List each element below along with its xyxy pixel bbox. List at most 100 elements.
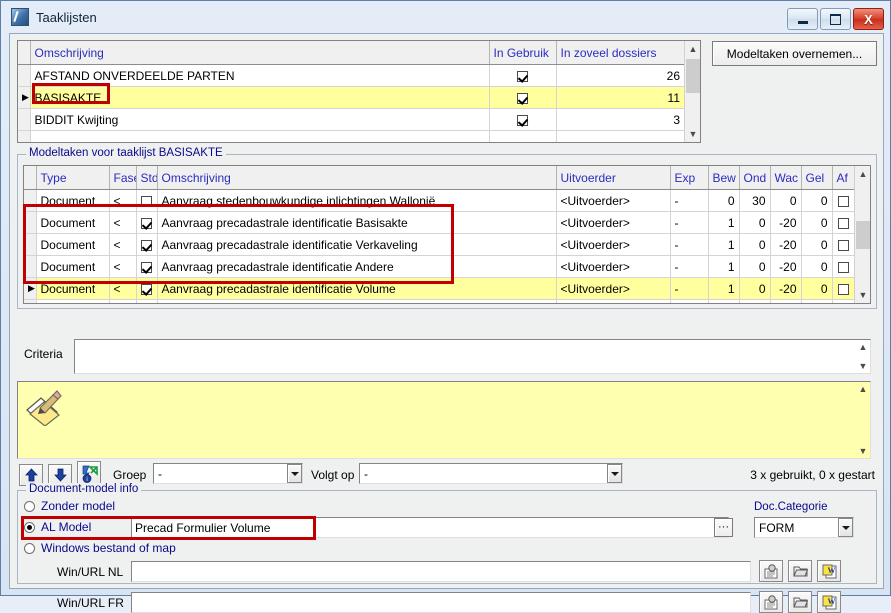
win-url-fr-word-button[interactable]: W: [817, 591, 841, 613]
groep-dropdown[interactable]: -: [153, 463, 303, 484]
cell-std[interactable]: [136, 233, 158, 256]
table-row[interactable]: Document < Aanvraag precadastrale identifi…: [24, 255, 854, 278]
modeltaken-col-omschrijving[interactable]: Omschrijving: [157, 166, 557, 190]
modeltaken-col-type[interactable]: Type: [36, 166, 110, 190]
cell-gel[interactable]: 0: [801, 189, 833, 212]
modeltaken-vertical-scrollbar[interactable]: ▲ ▼: [854, 166, 870, 303]
radio-windows-bestand-indicator[interactable]: [24, 542, 35, 554]
cell-wac[interactable]: 0: [770, 189, 802, 212]
cell-uitvoerder[interactable]: <Uitvoerder>: [556, 233, 671, 256]
cell-gel[interactable]: 0: [801, 277, 833, 300]
memo-scroll-down-button[interactable]: ▼: [856, 444, 870, 458]
radio-zonder-model-indicator[interactable]: [24, 500, 35, 512]
memo-scroll-up-button[interactable]: ▲: [856, 382, 870, 396]
checkbox-af[interactable]: [837, 195, 849, 207]
cell-omschrijving[interactable]: AFSTAND ONVERDEELDE PARTEN: [30, 64, 490, 87]
cell-fase[interactable]: <: [109, 189, 137, 212]
checkbox-std[interactable]: [141, 261, 152, 273]
modeltaken-scroll-down-button[interactable]: ▼: [855, 287, 870, 303]
cell-uitvoerder[interactable]: <Uitvoerder>: [556, 255, 671, 278]
cell-gel[interactable]: 0: [801, 233, 833, 256]
table-row[interactable]: Document < Aanvraag precadastrale identifi…: [24, 211, 854, 234]
cell-wac[interactable]: -20: [770, 277, 802, 300]
cell-omschrijving[interactable]: Aanvraag precadastrale identificatie And…: [157, 255, 557, 278]
table-row[interactable]: Document < Aanvraag stedenbouwkundige inli…: [24, 189, 854, 212]
chevron-down-icon[interactable]: [607, 464, 622, 483]
cell-wac[interactable]: -20: [770, 233, 802, 256]
cell-ond[interactable]: 0: [739, 255, 771, 278]
cell-exp[interactable]: -: [670, 189, 709, 212]
chevron-down-icon[interactable]: [838, 518, 853, 537]
cell-uitvoerder[interactable]: <Uitvoerder>: [556, 277, 671, 300]
checkbox-in-gebruik[interactable]: [517, 92, 528, 104]
cell-af[interactable]: [832, 189, 854, 212]
cell-af[interactable]: [832, 211, 854, 234]
checkbox-af[interactable]: [837, 283, 849, 295]
doc-categorie-dropdown[interactable]: FORM: [754, 517, 854, 538]
table-row[interactable]: ▶ BASISAKTE 11: [18, 86, 684, 109]
tasklist-col-dossiers[interactable]: In zoveel dossiers: [556, 41, 684, 65]
cell-fase[interactable]: <: [109, 211, 137, 234]
table-row[interactable]: ▶ Document < Aanvraag precadastrale identif…: [24, 277, 854, 300]
modeltaken-col-exp[interactable]: Exp: [670, 166, 709, 190]
checkbox-std[interactable]: [141, 195, 152, 207]
cell-in-gebruik[interactable]: [489, 108, 557, 131]
cell-type[interactable]: Document: [36, 233, 110, 256]
checkbox-af[interactable]: [837, 239, 849, 251]
modeltaken-scroll-up-button[interactable]: ▲: [855, 166, 870, 182]
modeltaken-grid[interactable]: Type Fase Std Omschrijving Uitvoerder Ex…: [23, 165, 871, 304]
cell-af[interactable]: [832, 233, 854, 256]
checkbox-af[interactable]: [837, 217, 849, 229]
cell-exp[interactable]: -: [670, 233, 709, 256]
checkbox-in-gebruik[interactable]: [517, 70, 528, 82]
cell-type[interactable]: Document: [36, 189, 110, 212]
tasklist-col-omschrijving[interactable]: Omschrijving: [30, 41, 490, 65]
cell-std[interactable]: [136, 277, 158, 300]
radio-windows-bestand[interactable]: Windows bestand of map: [24, 541, 176, 555]
cell-type[interactable]: Document: [36, 277, 110, 300]
minimize-button[interactable]: [787, 8, 818, 30]
cell-type[interactable]: Document: [36, 211, 110, 234]
win-url-nl-input[interactable]: [131, 561, 751, 582]
cell-std[interactable]: [136, 189, 158, 212]
cell-gel[interactable]: 0: [801, 211, 833, 234]
criteria-input[interactable]: ▲ ▼: [74, 339, 871, 374]
cell-omschrijving[interactable]: Aanvraag stedenbouwkundige inlichtingen …: [157, 189, 557, 212]
radio-al-model-indicator[interactable]: [24, 521, 35, 533]
checkbox-af[interactable]: [837, 261, 849, 273]
win-url-nl-folder-button[interactable]: [788, 560, 812, 582]
modeltaken-col-bew[interactable]: Bew: [708, 166, 740, 190]
criteria-scroll-up-button[interactable]: ▲: [856, 340, 870, 354]
modeltaken-col-fase[interactable]: Fase: [109, 166, 137, 190]
al-model-input[interactable]: Precad Formulier Volume: [131, 517, 729, 538]
cell-omschrijving[interactable]: BASISAKTE: [30, 86, 490, 109]
maximize-button[interactable]: [820, 8, 851, 30]
al-model-browse-button[interactable]: ···: [714, 518, 733, 537]
cell-in-gebruik[interactable]: [489, 64, 557, 87]
cell-uitvoerder[interactable]: <Uitvoerder>: [556, 189, 671, 212]
cell-exp[interactable]: -: [670, 255, 709, 278]
checkbox-std[interactable]: [141, 283, 152, 295]
tasklist-scroll-down-button[interactable]: ▼: [685, 126, 700, 142]
win-url-fr-folder-button[interactable]: [788, 591, 812, 613]
modeltaken-col-af[interactable]: Af: [832, 166, 854, 190]
table-row[interactable]: AFSTAND ONVERDEELDE PARTEN 26: [18, 64, 684, 87]
cell-exp[interactable]: -: [670, 211, 709, 234]
cell-ond[interactable]: 0: [739, 233, 771, 256]
modeltaken-col-uitvoerder[interactable]: Uitvoerder: [556, 166, 671, 190]
modeltaken-overnemen-button[interactable]: Modeltaken overnemen...: [712, 41, 877, 66]
cell-std[interactable]: [136, 211, 158, 234]
modeltaken-col-ond[interactable]: Ond: [739, 166, 771, 190]
cell-omschrijving[interactable]: Aanvraag precadastrale identificatie Vol…: [157, 277, 557, 300]
cell-in-gebruik[interactable]: [489, 86, 557, 109]
radio-al-model[interactable]: AL Model: [24, 520, 91, 534]
checkbox-std[interactable]: [141, 239, 152, 251]
cell-fase[interactable]: <: [109, 255, 137, 278]
cell-fase[interactable]: <: [109, 233, 137, 256]
tasklist-col-in-gebruik[interactable]: In Gebruik: [489, 41, 557, 65]
modeltaken-col-gel[interactable]: Gel: [801, 166, 833, 190]
cell-dossiers[interactable]: 26: [556, 64, 684, 87]
modeltaken-col-std[interactable]: Std: [136, 166, 158, 190]
modeltaken-scroll-thumb[interactable]: [856, 221, 870, 249]
cell-dossiers[interactable]: 11: [556, 86, 684, 109]
